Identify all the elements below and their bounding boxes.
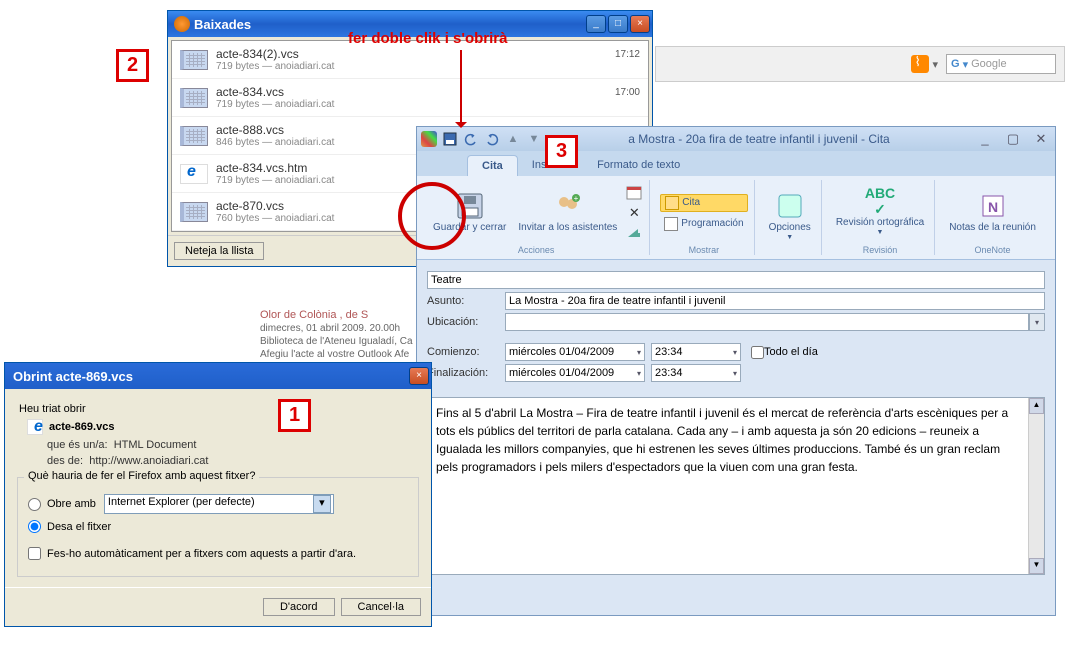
file-name: acte-869.vcs (49, 421, 114, 433)
subject-field[interactable] (505, 292, 1045, 310)
dialog-titlebar[interactable]: Obrint acte-869.vcs × (5, 363, 431, 389)
dropdown-icon: ▾ (733, 348, 737, 357)
outlook-maximize-button[interactable]: ▢ (1003, 131, 1023, 147)
ie-file-icon (27, 419, 43, 435)
cancel-button[interactable]: Cancel·la (341, 598, 421, 616)
cita-view-button[interactable]: Cita (660, 194, 747, 212)
dropdown-icon: ▾ (637, 348, 641, 357)
qat-redo-icon[interactable] (483, 130, 501, 148)
clear-list-button[interactable]: Neteja la llista (174, 242, 264, 260)
end-date-picker[interactable]: miércoles 01/04/2009▾ (505, 364, 645, 382)
step-marker-1: 1 (278, 399, 311, 432)
tab-formato-texto[interactable]: Formato de texto (583, 155, 694, 176)
forward-small-icon[interactable] (625, 224, 643, 242)
end-label: Finalización: (427, 367, 505, 379)
ribbon-group-acciones: Guardar y cerrar + Invitar a los asisten… (423, 180, 650, 255)
body-scrollbar[interactable]: ▲ ▼ (1028, 398, 1044, 574)
dialog-close-button[interactable]: × (409, 367, 429, 385)
save-close-button[interactable]: Guardar y cerrar (429, 190, 510, 236)
calendar-file-icon (180, 88, 208, 108)
ribbon-group-onenote: N Notas de la reunión OneNote (939, 180, 1046, 255)
qat-nav-up-icon[interactable]: ▲ (504, 130, 522, 148)
start-label: Comienzo: (427, 346, 505, 358)
office-button-icon[interactable] (421, 131, 437, 147)
open-with-radio[interactable]: Obre amb Internet Explorer (per defecte) (28, 494, 408, 514)
browser-toolbar-fragment: ▾ G ▾ Google (655, 46, 1065, 82)
options-button[interactable]: Opciones▼ (765, 190, 815, 244)
location-dropdown-icon[interactable]: ▾ (1029, 313, 1045, 331)
outlook-ribbon: Guardar y cerrar + Invitar a los asisten… (417, 176, 1055, 260)
end-time-picker[interactable]: 23:34▾ (651, 364, 741, 382)
qat-nav-down-icon[interactable]: ▼ (525, 130, 543, 148)
file-open-dialog: Obrint acte-869.vcs × Heu triat obrir ac… (4, 362, 432, 627)
start-time-picker[interactable]: 23:34▾ (651, 343, 741, 361)
outlook-close-button[interactable]: ✕ (1031, 131, 1051, 147)
scheduling-view-button[interactable]: Programación (660, 216, 747, 232)
calendar-page-icon (665, 196, 679, 210)
step-marker-3: 3 (545, 135, 578, 168)
ok-button[interactable]: D'acord (263, 598, 335, 616)
calendar-file-icon (180, 50, 208, 70)
ribbon-group-opciones: Opciones▼ (759, 180, 822, 255)
annotation-text: fer doble clik i s'obrirà (348, 30, 507, 47)
svg-text:+: + (573, 194, 578, 203)
dialog-title: Obrint acte-869.vcs (7, 369, 409, 384)
invite-attendees-button[interactable]: + Invitar a los asistentes (514, 190, 621, 236)
rss-icon[interactable] (911, 55, 929, 73)
scroll-up-icon[interactable]: ▲ (1029, 398, 1044, 414)
outlook-minimize-button[interactable]: _ (975, 131, 995, 147)
location-field[interactable] (505, 313, 1029, 331)
action-question: Què hauria de fer el Firefox amb aquest … (24, 470, 259, 482)
ie-file-icon (180, 164, 208, 184)
open-with-app-select[interactable]: Internet Explorer (per defecte) (104, 494, 334, 514)
ribbon-group-mostrar: Cita Programación Mostrar (654, 180, 754, 255)
appointment-body[interactable]: Fins al 5 d'abril La Mostra – Fira de te… (427, 397, 1045, 575)
close-button[interactable]: × (630, 15, 650, 33)
scheduling-icon (664, 217, 678, 231)
svg-text:N: N (987, 199, 997, 215)
auto-action-checkbox[interactable]: Fes-ho automàticament per a fitxers com … (28, 547, 408, 560)
spellcheck-button[interactable]: ABC✓ Revisión ortográfica▼ (832, 185, 928, 239)
onenote-notes-button[interactable]: N Notas de la reunión (945, 190, 1040, 236)
delete-small-icon[interactable]: ✕ (625, 204, 643, 222)
calendar-file-icon (180, 202, 208, 222)
calendar-small-icon[interactable] (625, 184, 643, 202)
subject-label: Asunto: (427, 295, 505, 307)
step-marker-2: 2 (116, 49, 149, 82)
background-article: Olor de Colònia , de S dimecres, 01 abri… (260, 308, 413, 361)
dialog-body: Heu triat obrir acte-869.vcs que és un/a… (5, 389, 431, 587)
dropdown-icon: ▾ (733, 369, 737, 378)
save-file-radio[interactable]: Desa el fitxer (28, 520, 408, 533)
tab-cita[interactable]: Cita (467, 155, 518, 176)
maximize-button[interactable]: □ (608, 15, 628, 33)
calendar-file-icon (180, 126, 208, 146)
options-icon (776, 192, 804, 220)
category-field[interactable] (427, 271, 1045, 289)
onenote-icon: N (979, 192, 1007, 220)
browser-search-box[interactable]: G ▾ Google (946, 54, 1056, 74)
people-icon: + (554, 192, 582, 220)
annotation-arrow (460, 50, 462, 126)
download-item[interactable]: acte-834.vcs719 bytes — anoiadiari.cat 1… (172, 79, 648, 117)
all-day-checkbox[interactable]: Todo el día (751, 346, 818, 359)
ribbon-group-revision: ABC✓ Revisión ortográfica▼ Revisión (826, 180, 935, 255)
dropdown-icon: ▾ (637, 369, 641, 378)
location-label: Ubicación: (427, 316, 505, 328)
minimize-button[interactable]: _ (586, 15, 606, 33)
appointment-form: Asunto: Ubicación: ▾ Comienzo: miércoles… (417, 260, 1055, 393)
outlook-window-title: a Mostra - 20a fira de teatre infantil i… (543, 132, 975, 146)
save-icon (456, 192, 484, 220)
search-placeholder: Google (971, 58, 1006, 70)
start-date-picker[interactable]: miércoles 01/04/2009▾ (505, 343, 645, 361)
firefox-icon (174, 16, 190, 32)
chosen-label: Heu triat obrir (19, 403, 417, 415)
spellcheck-icon: ABC✓ (866, 187, 894, 215)
outlook-appointment-window: ▲ ▼ a Mostra - 20a fira de teatre infant… (416, 126, 1056, 616)
scroll-down-icon[interactable]: ▼ (1029, 558, 1044, 574)
outlook-titlebar[interactable]: ▲ ▼ a Mostra - 20a fira de teatre infant… (417, 127, 1055, 151)
